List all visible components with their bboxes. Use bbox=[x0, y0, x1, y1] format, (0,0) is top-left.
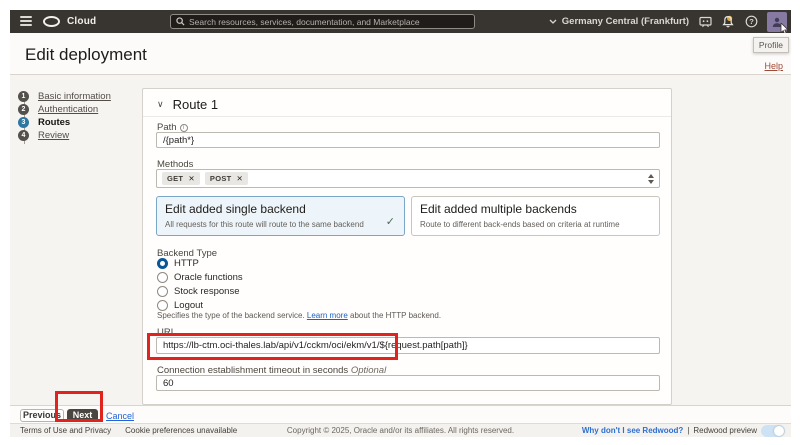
footer-separator: | bbox=[687, 426, 690, 435]
route-form-panel: ∨ Route 1 Pathi Methods GET✕ POST✕ Edit … bbox=[142, 88, 672, 405]
backend-help-text: Specifies the type of the backend servic… bbox=[157, 311, 442, 320]
top-navigation-bar: Cloud Germany Central (Frankfurt) ? bbox=[10, 10, 791, 35]
card-subtitle: Route to different back-ends based on cr… bbox=[420, 220, 620, 229]
cancel-link[interactable]: Cancel bbox=[106, 411, 134, 421]
page-title: Edit deployment bbox=[25, 45, 147, 64]
search-icon bbox=[176, 17, 185, 26]
step-label-current: Routes bbox=[38, 117, 71, 128]
selected-check-icon: ✓ bbox=[385, 216, 395, 228]
redwood-preview-label: Redwood preview bbox=[693, 426, 757, 435]
radio-http[interactable]: HTTP bbox=[157, 258, 199, 269]
single-backend-card[interactable]: Edit added single backend All requests f… bbox=[156, 196, 405, 236]
oci-console-window: Cloud Germany Central (Frankfurt) ? bbox=[10, 10, 791, 437]
radio-oracle-functions[interactable]: Oracle functions bbox=[157, 272, 243, 283]
card-title: Edit added single backend bbox=[165, 202, 306, 216]
announcements-bell-icon[interactable] bbox=[721, 15, 735, 29]
select-spinner-icon[interactable] bbox=[648, 173, 654, 184]
section-divider bbox=[143, 116, 671, 117]
radio-icon[interactable] bbox=[157, 300, 168, 311]
profile-avatar[interactable] bbox=[767, 11, 789, 35]
wizard-stepper: 1 Basic information 2 Authentication 3 R… bbox=[18, 90, 138, 144]
region-label: Germany Central (Frankfurt) bbox=[561, 16, 689, 27]
remove-chip-icon[interactable]: ✕ bbox=[237, 174, 244, 183]
cookie-preferences-text: Cookie preferences unavailable bbox=[125, 426, 238, 435]
radio-stock-response[interactable]: Stock response bbox=[157, 286, 239, 297]
step-review[interactable]: 4 Review bbox=[18, 129, 138, 142]
global-search[interactable] bbox=[170, 14, 475, 29]
backend-mode-cards: Edit added single backend All requests f… bbox=[156, 196, 660, 236]
url-input[interactable] bbox=[156, 337, 660, 354]
help-icon[interactable]: ? bbox=[744, 15, 758, 29]
search-input[interactable] bbox=[189, 16, 469, 27]
methods-multiselect[interactable]: GET ✕ POST ✕ bbox=[156, 169, 660, 188]
redwood-question-link[interactable]: Why don't I see Redwood? bbox=[582, 426, 683, 435]
profile-tooltip: Profile bbox=[752, 37, 789, 53]
console-footer: Terms of Use and Privacy Cookie preferen… bbox=[10, 423, 791, 437]
oracle-logo-icon[interactable] bbox=[43, 16, 60, 27]
previous-button[interactable]: Previous bbox=[20, 408, 64, 422]
svg-text:?: ? bbox=[749, 17, 754, 26]
radio-icon[interactable] bbox=[157, 286, 168, 297]
remove-chip-icon[interactable]: ✕ bbox=[188, 174, 195, 183]
method-chip-get: GET ✕ bbox=[162, 172, 200, 185]
route-section-toggle[interactable]: ∨ Route 1 bbox=[157, 97, 218, 112]
page-header: Edit deployment Help bbox=[10, 33, 791, 75]
step-routes[interactable]: 3 Routes bbox=[18, 116, 138, 129]
step-authentication[interactable]: 2 Authentication bbox=[18, 103, 138, 116]
radio-selected-icon[interactable] bbox=[157, 258, 168, 269]
info-icon[interactable]: i bbox=[179, 124, 188, 132]
brand-label: Cloud bbox=[67, 16, 97, 27]
method-chip-post: POST ✕ bbox=[204, 172, 249, 185]
step-label[interactable]: Review bbox=[38, 130, 69, 141]
collapse-chevron-icon: ∨ bbox=[157, 99, 164, 109]
path-input[interactable] bbox=[156, 132, 660, 148]
step-number-badge: 2 bbox=[18, 104, 29, 115]
step-label[interactable]: Authentication bbox=[38, 104, 98, 115]
timeout-input[interactable] bbox=[156, 375, 660, 391]
step-number-badge: 1 bbox=[18, 91, 29, 102]
radio-icon[interactable] bbox=[157, 272, 168, 283]
redwood-preview-toggle[interactable] bbox=[761, 424, 785, 437]
help-link[interactable]: Help bbox=[764, 61, 783, 71]
learn-more-link[interactable]: Learn more bbox=[307, 311, 348, 320]
chevron-down-icon bbox=[549, 19, 557, 24]
step-label[interactable]: Basic information bbox=[38, 91, 111, 102]
region-selector[interactable]: Germany Central (Frankfurt) bbox=[549, 16, 689, 27]
step-number-badge: 4 bbox=[18, 130, 29, 141]
step-number-badge: 3 bbox=[18, 117, 29, 128]
wizard-action-bar: Previous Next Cancel bbox=[10, 405, 791, 423]
next-button[interactable]: Next bbox=[67, 408, 98, 422]
cloud-shell-icon[interactable] bbox=[698, 15, 712, 29]
terms-link[interactable]: Terms of Use and Privacy bbox=[20, 426, 111, 435]
radio-logout[interactable]: Logout bbox=[157, 300, 203, 311]
hamburger-menu-icon[interactable] bbox=[20, 16, 32, 26]
card-title: Edit added multiple backends bbox=[420, 202, 577, 216]
step-basic-information[interactable]: 1 Basic information bbox=[18, 90, 138, 103]
card-subtitle: All requests for this route will route t… bbox=[165, 220, 364, 229]
route-section-title: Route 1 bbox=[172, 97, 219, 112]
multiple-backends-card[interactable]: Edit added multiple backends Route to di… bbox=[411, 196, 660, 236]
